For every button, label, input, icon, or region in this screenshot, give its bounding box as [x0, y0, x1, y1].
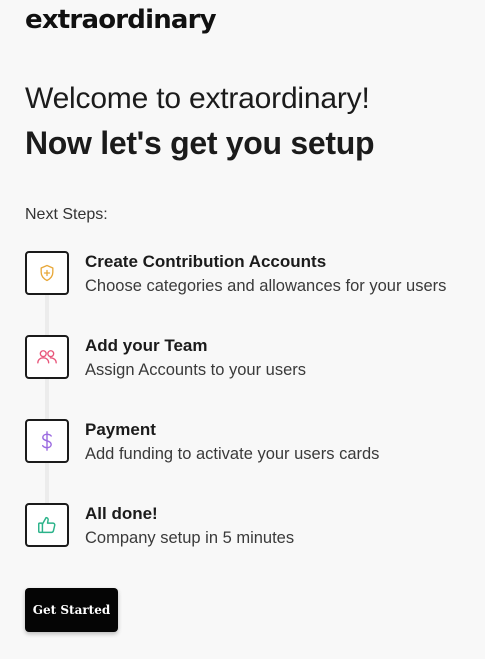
step-add-team: Add your Team Assign Accounts to your us…	[25, 335, 475, 381]
step-description: Choose categories and allowances for you…	[85, 277, 447, 295]
step-create-accounts: Create Contribution Accounts Choose cate…	[25, 251, 475, 297]
welcome-heading: Welcome to extraordinary!	[25, 82, 370, 115]
next-steps-label: Next Steps:	[25, 206, 108, 223]
steps-timeline-line	[45, 290, 49, 520]
step-description: Assign Accounts to your users	[85, 361, 307, 379]
get-started-button[interactable]: Get Started	[25, 588, 118, 632]
step-title: Create Contribution Accounts	[85, 252, 327, 271]
shield-plus-icon	[25, 251, 69, 295]
step-all-done: All done! Company setup in 5 minutes	[25, 503, 475, 549]
step-title: Add your Team	[85, 336, 208, 355]
step-description: Company setup in 5 minutes	[85, 529, 295, 547]
dollar-icon	[25, 419, 69, 463]
step-title: All done!	[85, 504, 158, 523]
step-description: Add funding to activate your users cards	[85, 445, 380, 463]
users-icon	[25, 335, 69, 379]
setup-heading: Now let's get you setup	[25, 125, 375, 161]
step-title: Payment	[85, 420, 156, 439]
step-payment: Payment Add funding to activate your use…	[25, 419, 475, 465]
thumbs-up-icon	[25, 503, 69, 547]
brand-logo: extraordinary	[25, 5, 217, 35]
